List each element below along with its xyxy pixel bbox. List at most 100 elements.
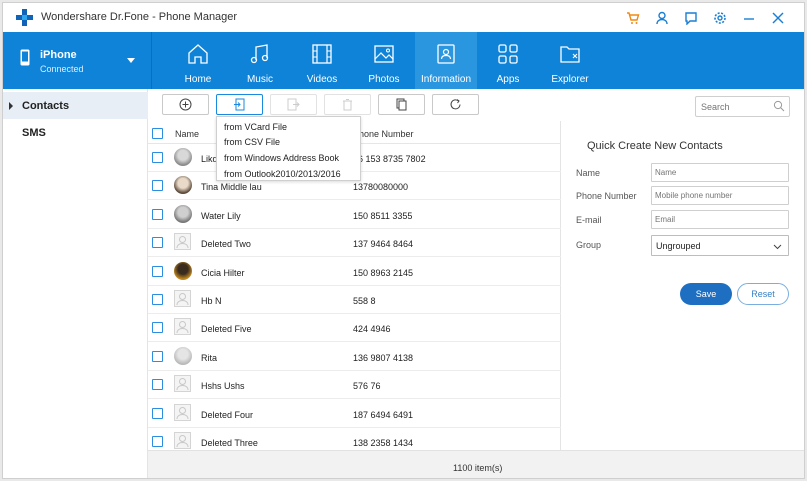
row-checkbox[interactable] — [152, 379, 163, 391]
merge-icon — [396, 98, 407, 111]
name-field[interactable] — [651, 163, 789, 182]
user-icon[interactable] — [647, 7, 676, 29]
row-checkbox[interactable] — [152, 322, 163, 334]
tab-home[interactable]: Home — [167, 32, 229, 89]
avatar — [174, 148, 192, 166]
row-checkbox[interactable] — [152, 152, 163, 163]
item-count: 1100 item(s) — [453, 463, 503, 473]
contact-phone: 138 2358 1434 — [353, 438, 414, 448]
default-avatar-icon — [174, 375, 191, 393]
tab-apps[interactable]: Apps — [477, 32, 539, 89]
search-icon[interactable] — [773, 100, 785, 112]
contact-phone: 136 9807 4138 — [353, 352, 414, 363]
tab-music-label: Music — [246, 74, 274, 85]
tab-videos[interactable]: Videos — [291, 32, 353, 89]
title-bar: Wondershare Dr.Fone - Phone Manager — [3, 3, 804, 32]
avatar — [174, 204, 192, 223]
sidebar-item-contacts[interactable]: Contacts — [3, 92, 148, 119]
table-row[interactable]: Rita 136 9807 4138 — [148, 343, 561, 371]
contact-name: Hshs Ushs — [201, 381, 245, 392]
close-icon[interactable] — [763, 7, 792, 29]
import-windows-address-book-item[interactable]: from Windows Address Book — [224, 153, 339, 163]
sidebar: Contacts SMS — [3, 89, 148, 478]
gear-icon[interactable] — [705, 7, 734, 29]
refresh-button[interactable] — [432, 94, 479, 115]
device-selector[interactable]: iPhone Connected — [3, 32, 152, 89]
email-field[interactable] — [651, 210, 789, 229]
quick-create-title: Quick Create New Contacts — [587, 140, 723, 152]
chevron-down-icon[interactable] — [127, 58, 135, 63]
row-checkbox[interactable] — [152, 265, 163, 277]
column-phone: Phone Number — [353, 129, 414, 139]
import-button[interactable] — [216, 94, 263, 115]
caret-right-icon — [9, 102, 13, 110]
device-status: Connected — [40, 64, 84, 74]
row-checkbox[interactable] — [152, 407, 163, 419]
default-avatar-icon — [174, 290, 191, 307]
select-all-checkbox[interactable] — [152, 128, 163, 139]
table-row[interactable]: Hb N 558 8 — [148, 286, 561, 314]
device-name: iPhone — [40, 49, 77, 61]
cart-icon[interactable] — [618, 7, 647, 29]
tab-photos[interactable]: Photos — [353, 32, 415, 89]
videos-icon — [312, 44, 332, 64]
default-avatar-icon — [174, 432, 191, 449]
search-box[interactable] — [695, 96, 790, 117]
photos-icon — [374, 45, 394, 63]
tab-photos-label: Photos — [368, 74, 400, 85]
search-input[interactable] — [696, 97, 768, 116]
group-select[interactable]: Ungrouped — [651, 235, 789, 256]
row-checkbox[interactable] — [152, 436, 163, 447]
music-icon — [250, 44, 269, 64]
save-button[interactable]: Save — [680, 283, 732, 305]
tab-explorer[interactable]: Explorer — [539, 32, 601, 89]
sidebar-item-label: Contacts — [22, 100, 70, 112]
row-checkbox[interactable] — [152, 208, 163, 220]
app-window: Wondershare Dr.Fone - Phone Manager iPho… — [2, 2, 805, 479]
table-row[interactable]: Cicia Hilter 150 8963 2145 — [148, 258, 561, 286]
email-label: E-mail — [576, 215, 602, 225]
import-vcard-item[interactable]: from VCard File — [224, 122, 287, 132]
merge-button[interactable] — [378, 94, 425, 115]
table-row[interactable]: Deleted Five 424 4946 — [148, 314, 561, 343]
reset-button[interactable]: Reset — [737, 283, 789, 305]
contact-name: Cicia Hilter — [201, 267, 245, 278]
group-value: Ungrouped — [656, 241, 701, 251]
add-contact-button[interactable] — [162, 94, 209, 115]
contact-phone: 558 8 — [353, 296, 376, 306]
feedback-icon[interactable] — [676, 7, 705, 29]
tab-apps-label: Apps — [496, 74, 520, 85]
table-row[interactable]: Deleted Four 187 6494 6491 — [148, 400, 561, 428]
delete-button[interactable] — [324, 94, 371, 115]
table-row[interactable]: Hshs Ushs 576 76 — [148, 371, 561, 400]
minimize-icon[interactable] — [734, 7, 763, 29]
default-avatar-icon — [174, 403, 191, 421]
group-label: Group — [576, 240, 602, 250]
tab-information[interactable]: Information — [415, 32, 477, 89]
top-nav: iPhone Connected Home Music Videos Photo… — [3, 32, 804, 89]
row-checkbox[interactable] — [152, 237, 163, 249]
contact-phone: 576 76 — [353, 381, 381, 392]
contact-name: Deleted Two — [201, 239, 251, 250]
import-csv-item[interactable]: from CSV File — [224, 137, 280, 147]
phone-field[interactable] — [651, 186, 789, 205]
information-icon — [437, 44, 455, 64]
table-row[interactable]: Water Lily 150 8511 3355 — [148, 201, 561, 229]
sidebar-item-sms[interactable]: SMS — [3, 119, 148, 146]
apps-icon — [498, 44, 518, 64]
row-checkbox[interactable] — [152, 350, 163, 362]
tab-home-label: Home — [184, 74, 212, 85]
import-outlook-item[interactable]: from Outlook2010/2013/2016 — [224, 169, 341, 179]
row-checkbox[interactable] — [152, 294, 163, 305]
column-name: Name — [175, 129, 200, 139]
export-button[interactable] — [270, 94, 317, 115]
tab-music[interactable]: Music — [229, 32, 291, 89]
avatar — [174, 346, 192, 365]
table-row[interactable]: Deleted Two 137 9464 8464 — [148, 229, 561, 258]
tab-explorer-label: Explorer — [551, 74, 589, 85]
delete-icon — [343, 99, 352, 111]
contact-phone: 424 4946 — [353, 324, 391, 335]
add-icon — [179, 98, 192, 111]
row-checkbox[interactable] — [152, 180, 163, 192]
phone-label: Phone Number — [576, 191, 637, 201]
